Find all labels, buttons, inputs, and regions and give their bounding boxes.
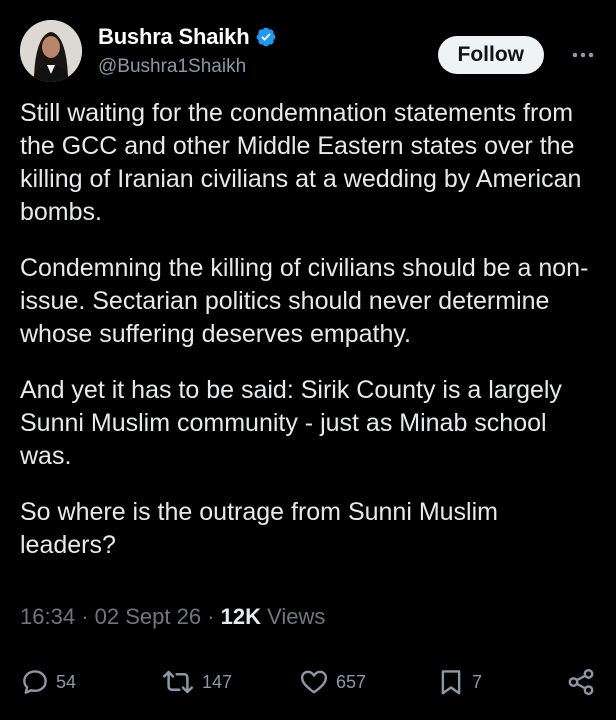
meta-separator: ·	[81, 604, 89, 629]
tweet-meta: 16:34 · 02 Sept 26 · 12K Views	[20, 604, 325, 630]
reply-count: 54	[56, 671, 77, 692]
tweet-header: Bushra Shaikh @Bushra1Shaikh Follow	[20, 20, 596, 86]
tweet-paragraph: And yet it has to be said: Sirik County …	[20, 376, 562, 470]
tweet-paragraph: So where is the outrage from Sunni Musli…	[20, 498, 498, 559]
tweet-paragraph: Still waiting for the condemnation state…	[20, 99, 582, 226]
share-icon	[568, 668, 594, 696]
share-button[interactable]	[566, 660, 596, 704]
author-info: Bushra Shaikh @Bushra1Shaikh	[98, 24, 277, 78]
meta-separator: ·	[207, 604, 215, 629]
avatar[interactable]	[20, 20, 82, 82]
bookmark-icon	[441, 670, 461, 695]
avatar-image	[20, 20, 82, 82]
views-label: Views	[267, 604, 326, 629]
tweet-date[interactable]: 02 Sept 26	[95, 604, 201, 629]
repost-button[interactable]: 147	[160, 660, 232, 704]
heart-icon	[300, 670, 328, 694]
reply-icon	[23, 670, 47, 694]
display-name-row: Bushra Shaikh	[98, 24, 277, 50]
repost-count: 147	[202, 671, 233, 692]
reply-button[interactable]: 54	[20, 660, 76, 704]
bookmark-button[interactable]: 7	[436, 660, 482, 704]
verified-badge-icon	[255, 26, 277, 48]
display-name[interactable]: Bushra Shaikh	[98, 24, 250, 50]
like-count: 657	[336, 671, 367, 692]
more-horizontal-icon[interactable]	[570, 42, 596, 68]
views-count: 12K	[220, 604, 262, 629]
bookmark-count: 7	[472, 671, 483, 692]
tweet-paragraph: Condemning the killing of civilians shou…	[20, 254, 589, 348]
repost-icon	[163, 670, 193, 694]
tweet-time[interactable]: 16:34	[20, 604, 75, 629]
follow-button[interactable]: Follow	[437, 36, 544, 74]
like-button[interactable]: 657	[298, 660, 366, 704]
author-handle[interactable]: @Bushra1Shaikh	[98, 56, 277, 78]
tweet-text: Still waiting for the condemnation state…	[20, 97, 598, 562]
action-bar: 54 147 657 7	[20, 660, 596, 704]
